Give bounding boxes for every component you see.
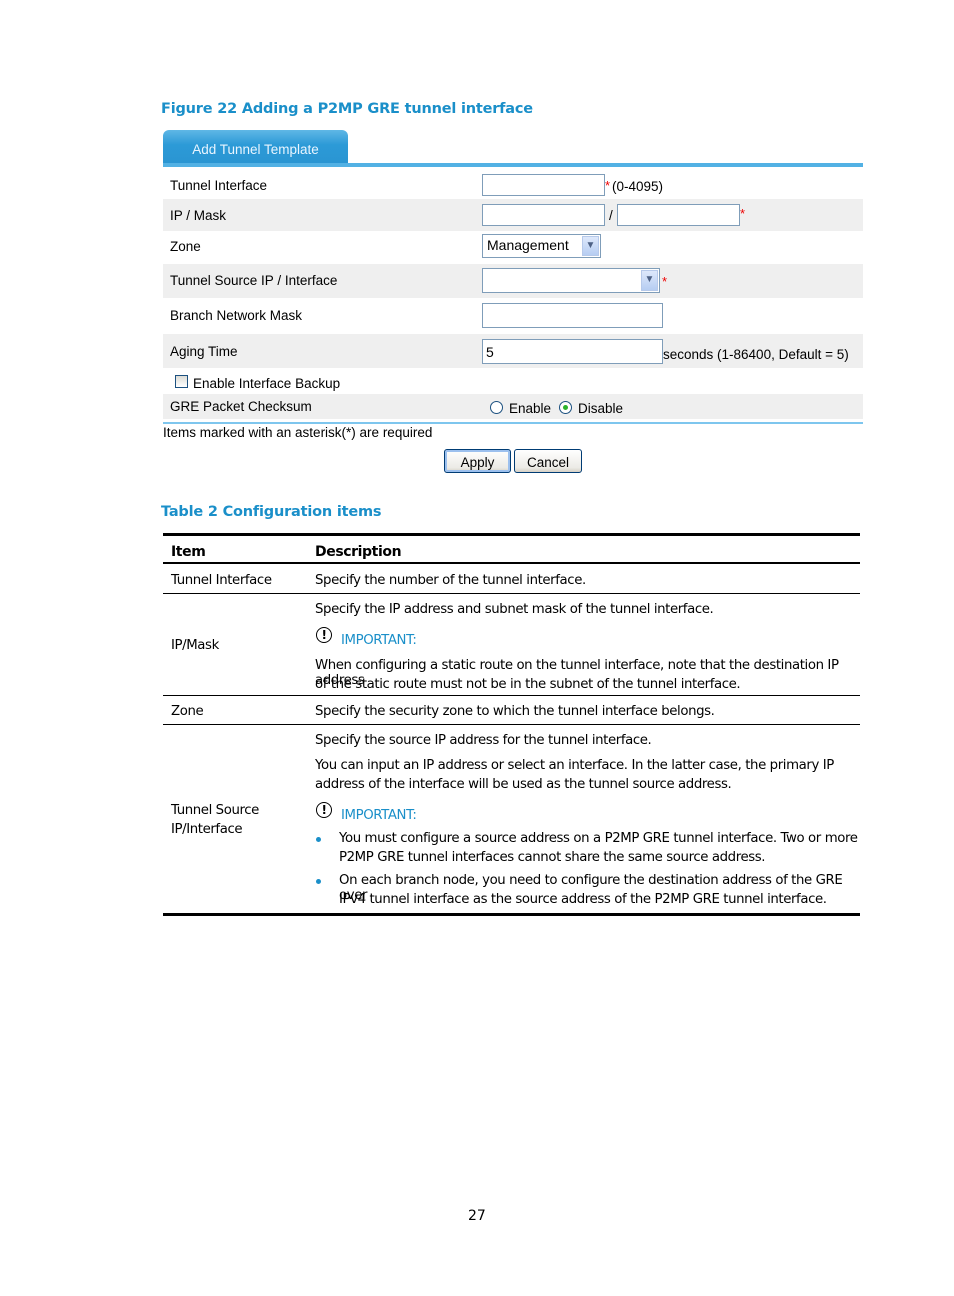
row-item: Zone (171, 704, 204, 719)
important-label: IMPORTANT: (341, 633, 417, 648)
cancel-button[interactable]: Cancel (514, 449, 582, 473)
bullet-icon (316, 879, 321, 884)
table-caption: Table 2 Configuration items (161, 504, 382, 520)
row-gre-checksum: GRE Packet Checksum Enable Disable (163, 394, 863, 419)
row-description: Specify the number of the tunnel interfa… (315, 573, 586, 588)
important-label: IMPORTANT: (341, 808, 417, 823)
disable-radio-label: Disable (578, 401, 624, 416)
branch-network-mask-input[interactable] (482, 303, 663, 328)
tunnel-source-combobox[interactable]: ▼ (482, 268, 660, 293)
zone-label: Zone (170, 239, 201, 254)
tunnel-source-label: Tunnel Source IP / Interface (170, 273, 338, 288)
required-asterisk: * (740, 206, 746, 221)
row-divider (163, 695, 860, 696)
figure-caption: Figure 22 Adding a P2MP GRE tunnel inter… (161, 101, 533, 117)
chevron-down-icon[interactable]: ▼ (582, 236, 599, 256)
important-icon: ! (316, 802, 332, 818)
bullet-icon (316, 837, 321, 842)
row-description: address of the interface will be used as… (315, 777, 732, 792)
row-enable-backup: Enable Interface Backup (163, 368, 863, 394)
row-description: Specify the security zone to which the t… (315, 704, 715, 719)
row-divider (163, 724, 860, 725)
required-asterisk: * (662, 274, 668, 289)
row-item: Tunnel Interface (171, 573, 272, 588)
tab-add-tunnel-template[interactable]: Add Tunnel Template (163, 130, 348, 163)
tunnel-interface-input[interactable] (482, 174, 605, 196)
ip-mask-separator: / (609, 208, 613, 223)
apply-button[interactable]: Apply (444, 449, 511, 473)
header-rule (163, 562, 860, 564)
row-ip-mask: IP / Mask / * (163, 199, 863, 231)
table-bottom-rule (163, 913, 860, 916)
required-asterisk: * (605, 178, 611, 193)
row-divider (163, 593, 860, 594)
ip-mask-label: IP / Mask (170, 208, 227, 223)
aging-time-hint: seconds (1-86400, Default = 5) (663, 347, 849, 362)
row-tunnel-source: Tunnel Source IP / Interface ▼ * (163, 264, 863, 298)
row-branch-network-mask: Branch Network Mask (163, 298, 863, 334)
page-number: 27 (468, 1208, 486, 1224)
row-tunnel-interface: Tunnel Interface * (0-4095) (163, 167, 863, 199)
enable-radio[interactable] (490, 401, 503, 414)
table-top-rule (163, 533, 860, 536)
row-aging-time: Aging Time seconds (1-86400, Default = 5… (163, 334, 863, 368)
important-text: of the static route must not be in the s… (315, 677, 741, 692)
ip-address-input[interactable] (482, 204, 605, 226)
disable-radio[interactable] (559, 401, 572, 414)
row-description: You can input an IP address or select an… (315, 758, 834, 773)
chevron-down-icon[interactable]: ▼ (641, 270, 658, 291)
required-note: Items marked with an asterisk(*) are req… (163, 425, 433, 440)
gre-checksum-label: GRE Packet Checksum (170, 399, 312, 414)
row-description: Specify the source IP address for the tu… (315, 733, 652, 748)
mask-input[interactable] (617, 204, 740, 226)
row-zone: Zone Management ▼ (163, 231, 863, 264)
zone-selected-value: Management (487, 237, 569, 253)
aging-time-label: Aging Time (170, 344, 238, 359)
row-description: Specify the IP address and subnet mask o… (315, 602, 714, 617)
bullet-text: IPv4 tunnel interface as the source addr… (339, 892, 827, 907)
enable-backup-label: Enable Interface Backup (193, 376, 341, 391)
enable-radio-label: Enable (509, 401, 552, 416)
form-bottom-divider (163, 422, 863, 424)
bullet-text: P2MP GRE tunnel interfaces cannot share … (339, 850, 766, 865)
header-description: Description (315, 544, 402, 560)
important-icon: ! (316, 627, 332, 643)
row-item: IP/Interface (171, 822, 243, 837)
branch-network-mask-label: Branch Network Mask (170, 308, 303, 323)
tunnel-interface-label: Tunnel Interface (170, 178, 268, 193)
bullet-text: You must configure a source address on a… (339, 831, 858, 846)
enable-backup-checkbox[interactable] (175, 375, 188, 388)
zone-select[interactable]: Management ▼ (482, 234, 601, 258)
row-item: IP/Mask (171, 638, 219, 653)
tunnel-interface-range: (0-4095) (612, 179, 664, 194)
form-rows: Tunnel Interface * (0-4095) IP / Mask / … (163, 167, 863, 419)
aging-time-input[interactable] (482, 339, 663, 364)
row-item: Tunnel Source (171, 803, 259, 818)
header-item: Item (171, 544, 206, 560)
